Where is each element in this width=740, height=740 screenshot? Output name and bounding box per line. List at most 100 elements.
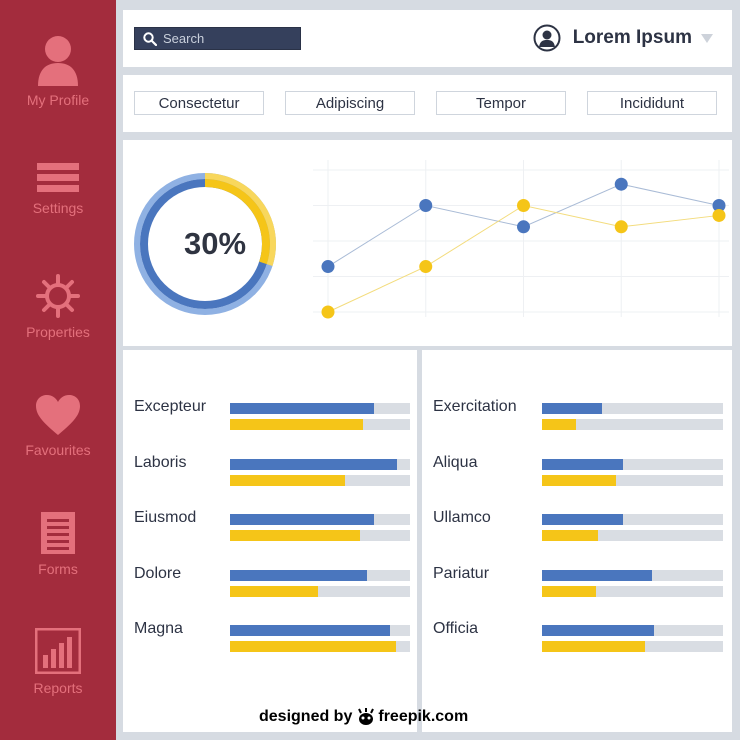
blue-bar-track — [542, 403, 723, 414]
yellow-bar-track — [230, 530, 410, 541]
yellow-bar-track — [230, 419, 410, 430]
blue-bar-track — [542, 458, 723, 470]
avatar-icon — [533, 24, 561, 52]
blue-bar-track — [230, 403, 410, 414]
yellow-bar-fill — [230, 585, 319, 597]
sidebar-item-label: Settings — [32, 200, 84, 216]
bar-row-label: Aliqua — [433, 453, 478, 471]
sidebar-item-label: Properties — [26, 324, 90, 340]
blue-bar-track — [542, 625, 723, 636]
watermark-brand: freepik.com — [378, 708, 469, 725]
header-bar: Lorem Ipsum — [123, 10, 732, 67]
bar-row: Aliqua — [422, 454, 732, 486]
yellow-bar-fill — [230, 419, 364, 430]
sidebar-item-label: Forms — [38, 561, 78, 577]
yellow-bar-track — [230, 585, 410, 597]
bar-row: Pariatur — [422, 565, 732, 597]
yellow-bar-fill — [542, 585, 597, 597]
series-0-point — [321, 260, 335, 274]
blue-bar-fill — [542, 458, 624, 470]
user-menu[interactable]: Lorem Ipsum — [533, 24, 714, 52]
blue-bar-track — [542, 514, 723, 525]
series-1-point — [517, 199, 530, 212]
line-chart-grid — [313, 160, 729, 317]
bar-row: Excepteur — [123, 398, 417, 430]
tab-adipiscing[interactable]: Adipiscing — [285, 91, 415, 115]
sidebar-item-label: My Profile — [26, 92, 90, 108]
user-name: Lorem Ipsum — [572, 27, 692, 48]
sidebar-item-settings[interactable]: Settings — [0, 162, 116, 216]
search-input[interactable] — [163, 31, 293, 46]
yellow-bar-track — [542, 474, 723, 486]
watermark-prefix: designed by — [259, 708, 353, 725]
tabs-bar: Consectetur Adipiscing Tempor Incididunt — [123, 75, 732, 132]
bar-row-label: Excepteur — [134, 398, 207, 415]
blue-bar-fill — [230, 569, 367, 581]
bar-row: Laboris — [123, 454, 417, 486]
bar-row: Ullamco — [422, 509, 732, 541]
tab-incididunt[interactable]: Incididunt — [587, 91, 717, 115]
bar-row-label: Officia — [433, 620, 479, 637]
yellow-bar-fill — [542, 530, 599, 541]
freepik-logo-icon — [358, 708, 375, 725]
bar-row-label: Dolore — [134, 564, 182, 582]
sidebar-item-my-profile[interactable]: My Profile — [0, 34, 116, 108]
blue-bar-track — [230, 514, 410, 525]
sidebar-item-label: Favourites — [25, 442, 91, 458]
heart-icon — [36, 395, 80, 435]
sidebar-item-label: Reports — [33, 680, 83, 696]
blue-bar-fill — [230, 625, 391, 636]
bar-row: Magna — [123, 620, 417, 652]
yellow-bar-track — [542, 641, 723, 652]
user-icon — [38, 36, 78, 86]
yellow-bar-track — [542, 585, 723, 597]
yellow-bar-fill — [230, 641, 396, 652]
sidebar-item-favourites[interactable]: Favourites — [0, 394, 116, 458]
bars-panel-left: Excepteur Laboris Eiusmod Dolore Magna — [123, 350, 417, 732]
yellow-bar-fill — [542, 474, 617, 486]
series-1-point — [712, 208, 726, 222]
document-icon — [41, 512, 75, 554]
sidebar: My Profile Settings Properties Favourite… — [0, 0, 116, 740]
yellow-bar-track — [230, 474, 410, 486]
bar-row-label: Exercitation — [433, 398, 517, 415]
series-0-point — [517, 220, 530, 234]
series-0-point — [419, 199, 433, 212]
blue-bar-fill — [230, 403, 374, 414]
blue-bar-fill — [542, 403, 602, 414]
series-1-point — [419, 260, 433, 274]
yellow-bar-track — [542, 419, 723, 430]
bar-row-label: Eiusmod — [134, 509, 197, 526]
blue-bar-track — [230, 625, 410, 636]
yellow-bar-fill — [542, 419, 577, 430]
yellow-bar-track — [230, 641, 410, 652]
chart-panel: 30% — [123, 140, 732, 346]
sidebar-item-forms[interactable]: Forms — [0, 511, 116, 577]
watermark: designed by freepik.com — [259, 708, 468, 726]
sidebar-item-properties[interactable]: Properties — [0, 274, 116, 340]
tab-tempor[interactable]: Tempor — [436, 91, 566, 115]
series-0-point — [614, 177, 628, 191]
sidebar-item-reports[interactable]: Reports — [0, 628, 116, 696]
bar-row: Dolore — [123, 565, 417, 597]
bar-row-label: Laboris — [134, 453, 187, 471]
bar-row: Eiusmod — [123, 509, 417, 541]
search-box[interactable] — [134, 27, 301, 50]
blue-bar-fill — [230, 514, 374, 525]
bar-row-label: Ullamco — [433, 509, 491, 526]
donut-chart: 30% — [134, 173, 276, 315]
bar-row: Officia — [422, 620, 732, 652]
yellow-bar-fill — [230, 530, 360, 541]
bar-row: Exercitation — [422, 398, 732, 430]
series-1-point — [614, 220, 628, 234]
blue-bar-fill — [542, 514, 624, 525]
blue-bar-fill — [542, 569, 653, 581]
menu-icon — [37, 163, 79, 192]
chevron-down-icon[interactable] — [700, 32, 714, 44]
yellow-bar-track — [542, 530, 723, 541]
tab-consectetur[interactable]: Consectetur — [134, 91, 264, 115]
blue-bar-fill — [542, 625, 655, 636]
yellow-bar-fill — [230, 474, 346, 486]
blue-bar-track — [230, 458, 410, 470]
search-icon — [143, 31, 157, 46]
